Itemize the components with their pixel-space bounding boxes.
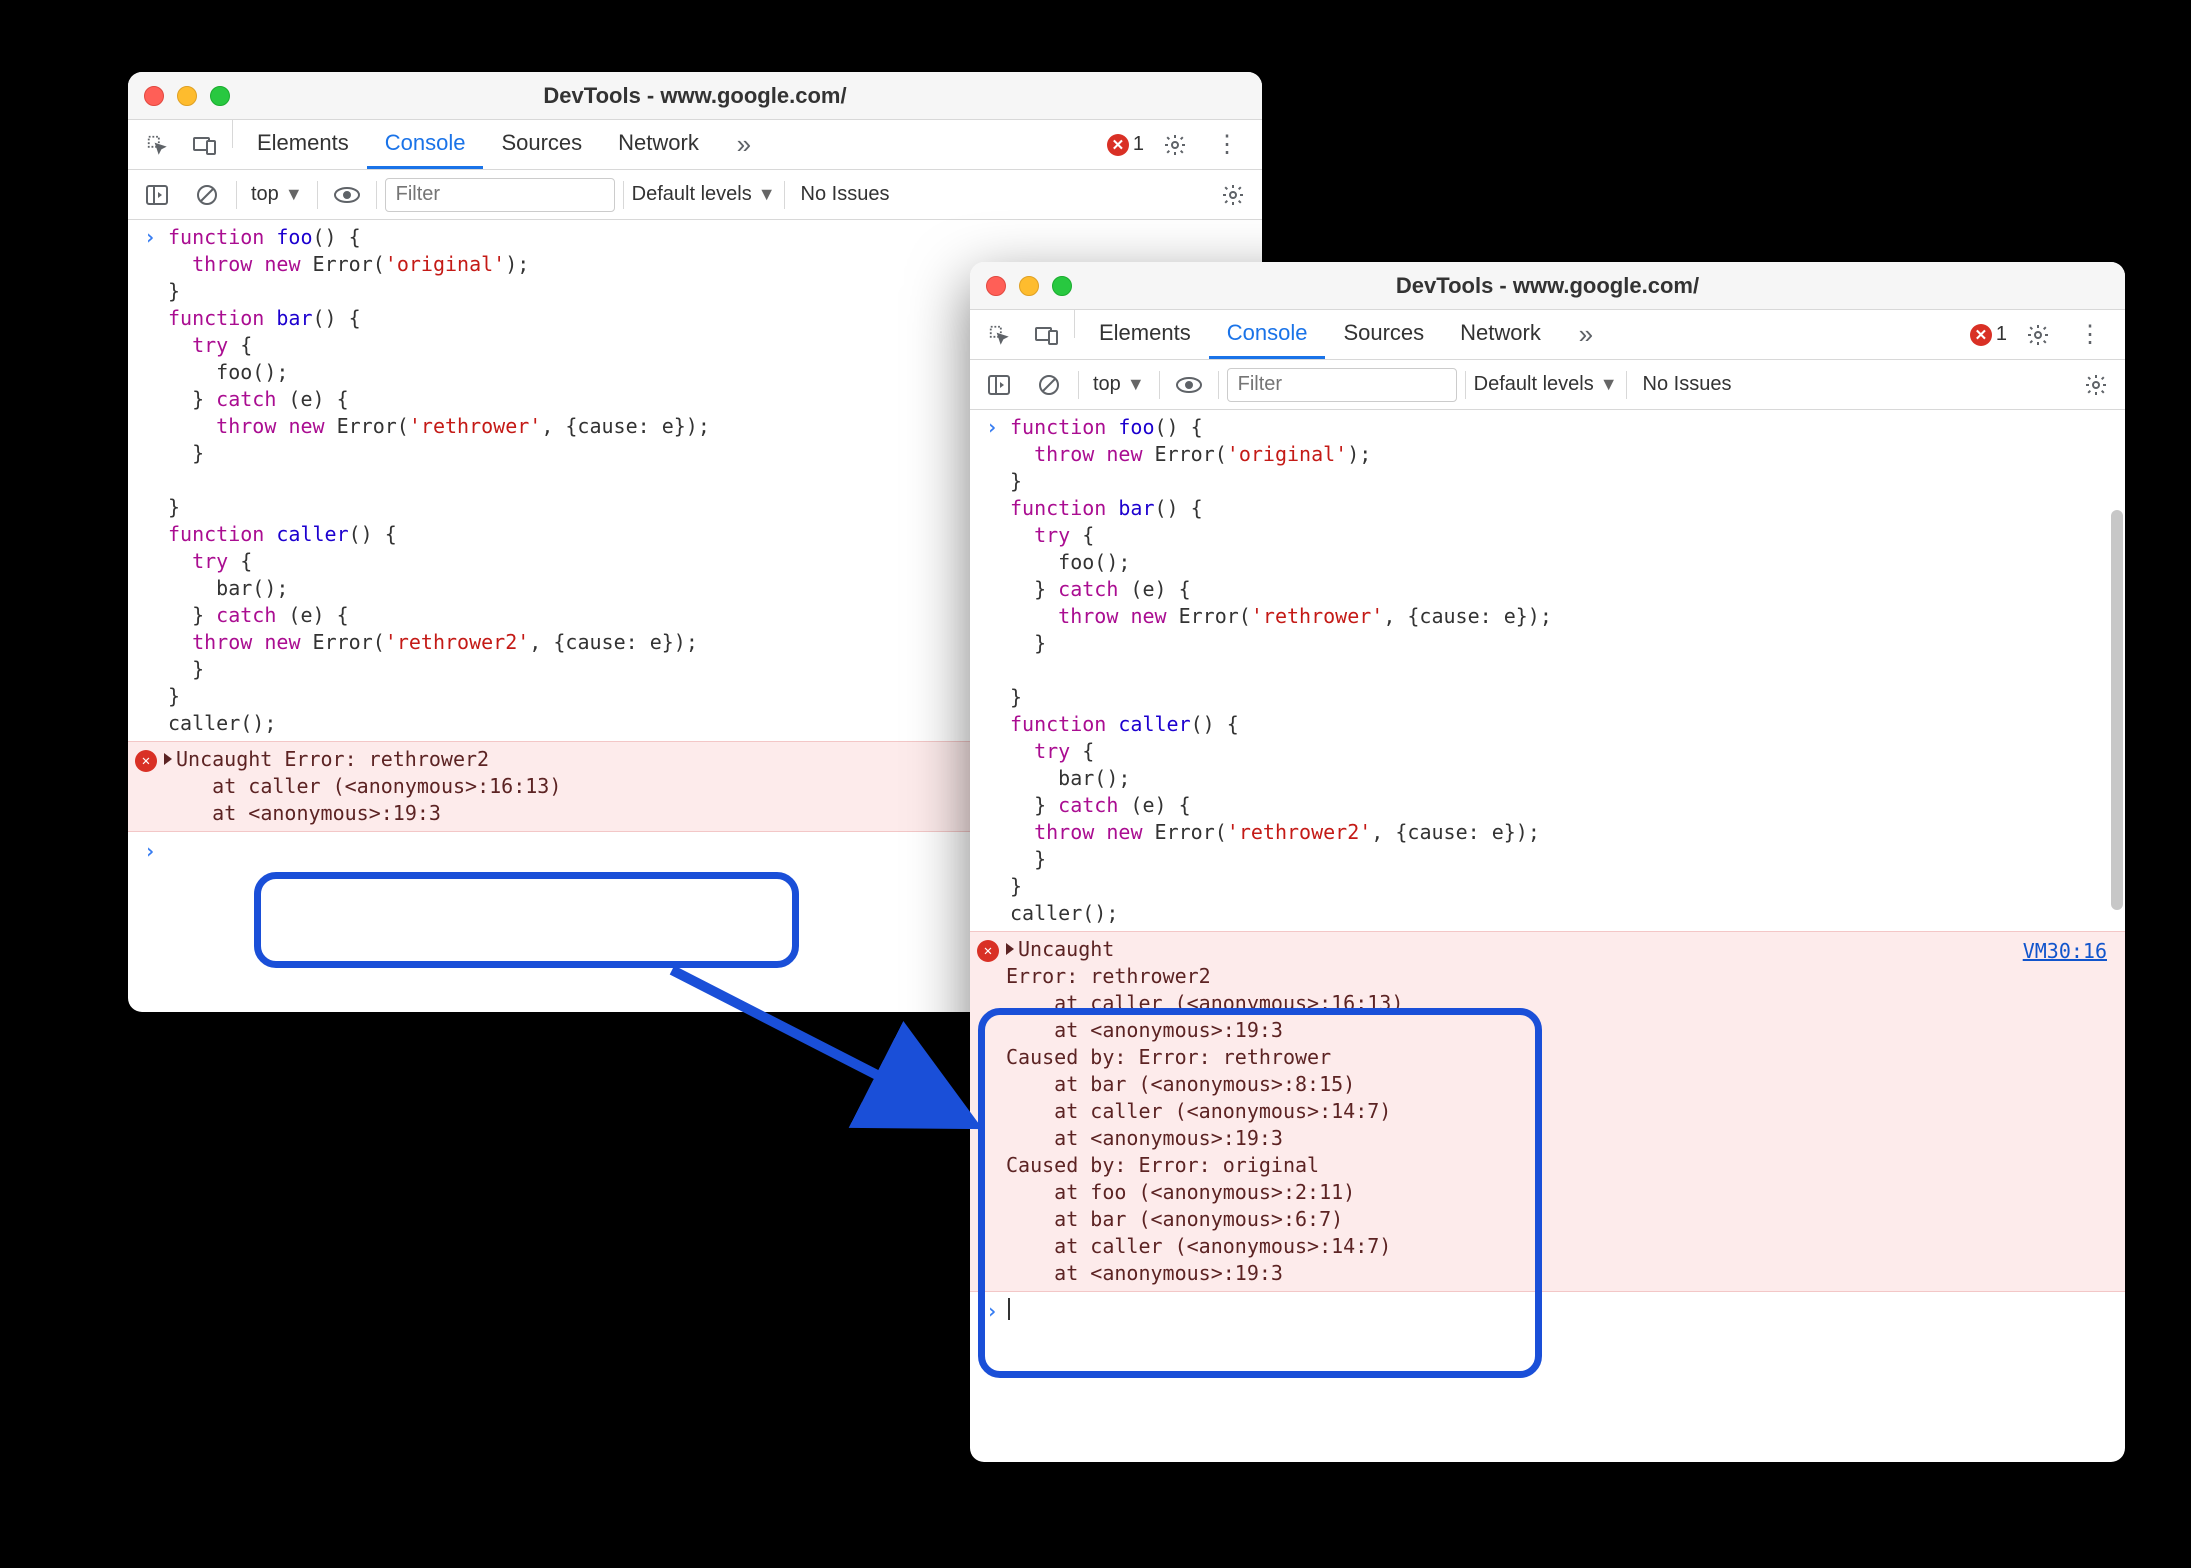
inspect-element-icon[interactable] [978,310,1020,359]
close-window-button[interactable] [986,276,1006,296]
log-levels-selector[interactable]: Default levels ▼ [632,183,776,206]
context-selector[interactable]: top ▼ [245,183,309,206]
more-tabs-icon[interactable]: » [1565,310,1607,359]
close-window-button[interactable] [144,86,164,106]
window-title: DevTools - www.google.com/ [970,273,2125,299]
zoom-window-button[interactable] [1052,276,1072,296]
error-icon: ✕ [977,940,999,962]
expand-triangle-icon[interactable] [1006,943,1014,955]
console-prompt[interactable]: › [970,1292,2125,1331]
tab-elements[interactable]: Elements [1081,310,1209,359]
levels-label: Default levels [632,183,752,206]
scrollbar-thumb[interactable] [2111,510,2123,910]
device-toolbar-icon[interactable] [184,120,226,169]
zoom-window-button[interactable] [210,86,230,106]
tab-console[interactable]: Console [1209,310,1326,359]
titlebar: DevTools - www.google.com/ [128,72,1262,120]
settings-icon[interactable] [2017,323,2059,347]
error-count: 1 [1133,133,1144,156]
context-label: top [1093,373,1121,396]
devtools-tabbar: ElementsConsoleSourcesNetwork » ✕ 1 ⋮ [128,120,1262,170]
code-block[interactable]: function foo() { throw new Error('origin… [164,224,710,737]
tab-console[interactable]: Console [367,120,484,169]
tab-sources[interactable]: Sources [1325,310,1442,359]
clear-console-icon[interactable] [186,184,228,206]
console-toolbar: top ▼ Default levels ▼ No Issues [970,360,2125,410]
tab-elements[interactable]: Elements [239,120,367,169]
console-input-row: › function foo() { throw new Error('orig… [970,410,2125,931]
error-count-badge[interactable]: ✕ 1 [1970,323,2007,346]
kebab-menu-icon[interactable]: ⋮ [1206,130,1248,159]
minimize-window-button[interactable] [177,86,197,106]
settings-icon[interactable] [1154,133,1196,157]
console-settings-icon[interactable] [1212,183,1254,207]
error-count: 1 [1996,323,2007,346]
devtools-tabbar: ElementsConsoleSourcesNetwork » ✕ 1 ⋮ [970,310,2125,360]
console-toolbar: top ▼ Default levels ▼ No Issues [128,170,1262,220]
filter-input[interactable] [1227,368,1457,402]
input-caret-icon: › [978,414,1006,927]
code-block[interactable]: function foo() { throw new Error('origin… [1006,414,1552,927]
context-selector[interactable]: top ▼ [1087,373,1151,396]
input-caret-icon: › [136,838,164,865]
console-settings-icon[interactable] [2075,373,2117,397]
live-expression-icon[interactable] [1168,376,1210,394]
scrollbar-track[interactable] [2111,510,2123,1452]
cursor [1008,1298,1010,1320]
more-tabs-icon[interactable]: » [723,120,765,169]
source-link[interactable]: VM30:16 [2023,938,2107,965]
context-label: top [251,183,279,206]
minimize-window-button[interactable] [1019,276,1039,296]
window-title: DevTools - www.google.com/ [128,83,1262,109]
live-expression-icon[interactable] [326,186,368,204]
error-icon: ✕ [1970,324,1992,346]
sidebar-toggle-icon[interactable] [136,185,178,205]
titlebar: DevTools - www.google.com/ [970,262,2125,310]
log-levels-selector[interactable]: Default levels ▼ [1474,373,1618,396]
input-caret-icon: › [136,224,164,737]
error-message-row[interactable]: ✕ Uncaught Error: rethrower2 at caller (… [970,931,2125,1292]
inspect-element-icon[interactable] [136,120,178,169]
expand-triangle-icon[interactable] [164,753,172,765]
error-icon: ✕ [1107,134,1129,156]
tab-network[interactable]: Network [1442,310,1559,359]
device-toolbar-icon[interactable] [1026,310,1068,359]
error-icon: ✕ [135,750,157,772]
console-content: › function foo() { throw new Error('orig… [970,410,2125,1462]
levels-label: Default levels [1474,373,1594,396]
error-count-badge[interactable]: ✕ 1 [1107,133,1144,156]
kebab-menu-icon[interactable]: ⋮ [2069,320,2111,349]
input-caret-icon: › [978,1298,1006,1325]
tab-network[interactable]: Network [600,120,717,169]
issues-label[interactable]: No Issues [793,183,898,206]
clear-console-icon[interactable] [1028,374,1070,396]
filter-input[interactable] [385,178,615,212]
error-text: Uncaught Error: rethrower2 at caller (<a… [1002,936,2117,1287]
issues-label[interactable]: No Issues [1635,373,1740,396]
tab-sources[interactable]: Sources [483,120,600,169]
sidebar-toggle-icon[interactable] [978,375,1020,395]
